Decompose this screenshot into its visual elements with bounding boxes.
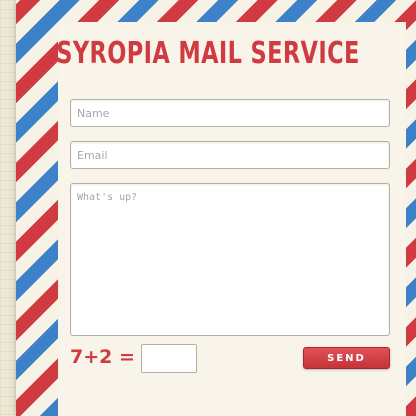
captcha-answer-input[interactable] (141, 344, 197, 373)
captcha-question: 7+2 = (70, 346, 135, 368)
message-textarea[interactable] (70, 183, 390, 336)
page-title: SYROPIA MAIL SERVICE (56, 36, 360, 71)
send-button[interactable]: SEND (303, 347, 390, 369)
email-input[interactable] (70, 141, 390, 169)
name-input[interactable] (70, 99, 390, 127)
